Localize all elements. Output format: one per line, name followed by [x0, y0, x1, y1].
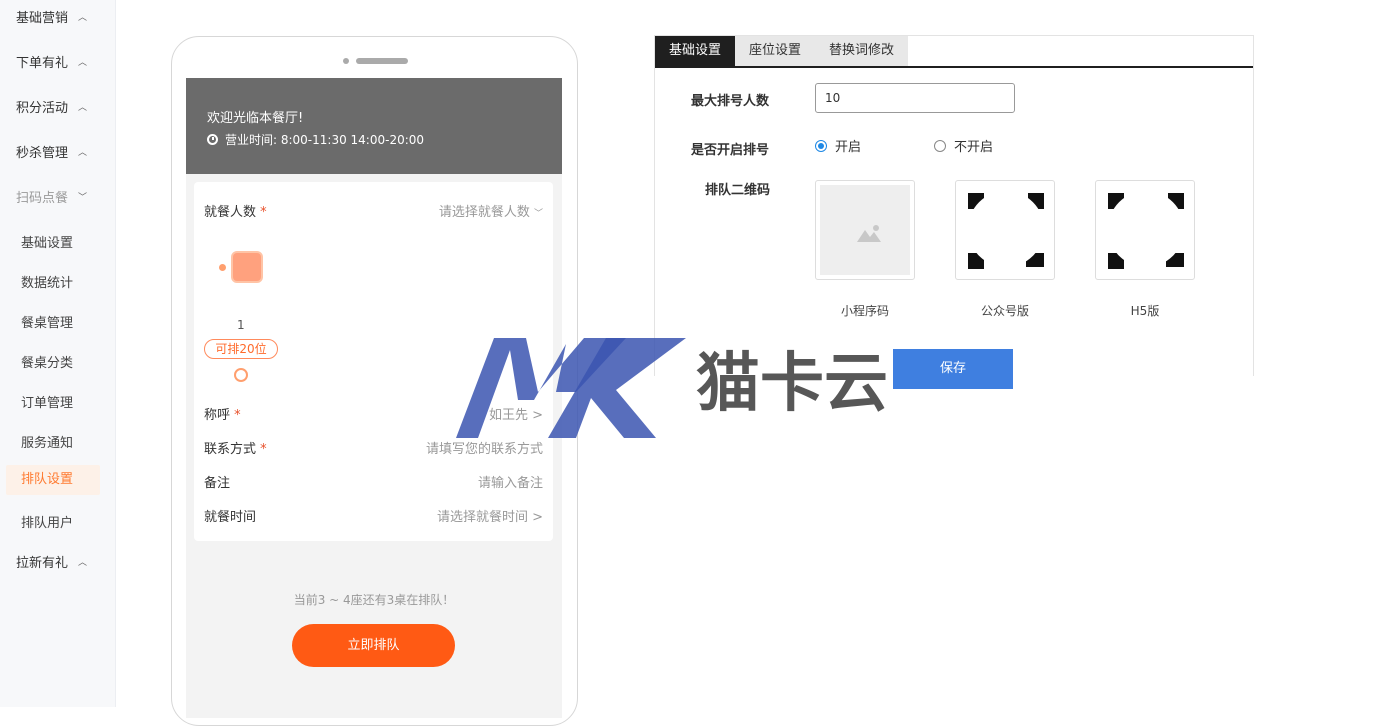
- chevron-up-icon: ︿: [78, 103, 88, 113]
- remark-label: 备注: [204, 476, 231, 491]
- remark-input[interactable]: 请输入备注: [478, 472, 543, 491]
- chevron-down-icon: ﹀: [533, 209, 543, 219]
- diners-label: 就餐人数 *: [204, 201, 267, 220]
- qr-center-mask: [968, 191, 1044, 267]
- chevron-up-icon: ︿: [78, 58, 88, 68]
- diners-label-text: 就餐人数: [204, 205, 257, 220]
- tab-replace-words[interactable]: 替换词修改: [815, 36, 909, 66]
- sidebar-group-basic-marketing[interactable]: 基础营销 ︿: [16, 7, 87, 26]
- chevron-up-icon: ︿: [78, 13, 88, 23]
- qr-caption-h5: H5版: [1130, 304, 1160, 318]
- sidebar-group-label: 拉新有礼: [16, 556, 69, 571]
- contact-input[interactable]: 请填写您的联系方式: [426, 438, 543, 457]
- dining-time-label: 就餐时间: [204, 510, 257, 525]
- enable-on-label: 开启: [835, 140, 862, 155]
- seat-number: 1: [237, 318, 245, 332]
- sidebar-item-basic-settings[interactable]: 基础设置: [21, 232, 73, 251]
- required-mark: *: [260, 442, 267, 457]
- diners-select[interactable]: 请选择就餐人数 ﹀: [439, 201, 543, 220]
- settings-tabs: 基础设置 座位设置 替换词修改: [655, 36, 1253, 68]
- contact-label-text: 联系方式: [204, 442, 257, 457]
- tab-basic-settings[interactable]: 基础设置: [655, 36, 736, 66]
- sidebar: 基础营销 ︿ 下单有礼 ︿ 积分活动 ︿ 秒杀管理 ︿ 扫码点餐 ﹀ 基础设置 …: [0, 0, 116, 707]
- welcome-text: 欢迎光临本餐厅!: [207, 111, 304, 126]
- qr-center-mask: [1108, 191, 1184, 267]
- qr-caption-miniprogram: 小程序码: [840, 304, 889, 318]
- image-icon: [857, 225, 881, 242]
- enable-off-radio[interactable]: 不开启: [934, 136, 993, 155]
- sidebar-group-label: 秒杀管理: [16, 146, 69, 161]
- phone-screen: 欢迎光临本餐厅! 营业时间: 8:00-11:30 14:00-20:00 就餐…: [186, 78, 562, 718]
- seat-indicator-dot: [219, 264, 226, 271]
- phone-camera-dot: [343, 58, 349, 64]
- clock-icon: [207, 134, 218, 145]
- sidebar-group-scan-order[interactable]: 扫码点餐 ﹀: [16, 187, 87, 206]
- tab-seat-settings[interactable]: 座位设置: [735, 36, 816, 66]
- restaurant-banner: 欢迎光临本餐厅! 营业时间: 8:00-11:30 14:00-20:00: [186, 78, 562, 174]
- seat-availability-badge: 可排20位: [204, 339, 278, 359]
- business-hours: 营业时间: 8:00-11:30 14:00-20:00: [207, 131, 424, 148]
- name-label-text: 称呼: [204, 408, 231, 423]
- sidebar-group-points[interactable]: 积分活动 ︿: [16, 97, 87, 116]
- required-mark: *: [234, 408, 241, 423]
- sidebar-item-statistics[interactable]: 数据统计: [21, 272, 73, 291]
- max-queue-label: 最大排号人数: [691, 94, 770, 109]
- sidebar-group-label: 积分活动: [16, 101, 69, 116]
- image-placeholder: [820, 185, 910, 275]
- sidebar-group-order-gift[interactable]: 下单有礼 ︿: [16, 52, 87, 71]
- sidebar-group-flash-sale[interactable]: 秒杀管理 ︿: [16, 142, 87, 161]
- max-queue-input[interactable]: [815, 83, 1015, 113]
- queue-status-text: 当前3 ~ 4座还有3桌在排队！: [293, 593, 455, 607]
- sidebar-item-orders[interactable]: 订单管理: [21, 392, 73, 411]
- phone-speaker-bar: [356, 58, 408, 64]
- sidebar-item-queue-users[interactable]: 排队用户: [21, 512, 73, 531]
- sidebar-item-queue-settings[interactable]: 排队设置: [6, 465, 100, 495]
- radio-unchecked-icon: [934, 139, 946, 152]
- enable-off-label: 不开启: [954, 140, 994, 155]
- required-mark: *: [260, 205, 267, 220]
- diners-select-value: 请选择就餐人数: [438, 205, 530, 220]
- qr-caption-official: 公众号版: [980, 304, 1029, 318]
- miniprogram-qr[interactable]: [815, 180, 915, 280]
- chevron-down-icon: ﹀: [78, 193, 88, 203]
- sidebar-group-label: 基础营销: [16, 11, 69, 26]
- business-hours-text: 营业时间: 8:00-11:30 14:00-20:00: [225, 133, 425, 147]
- chevron-up-icon: ︿: [78, 558, 88, 568]
- join-queue-button[interactable]: 立即排队: [292, 624, 455, 667]
- name-label: 称呼 *: [204, 404, 241, 423]
- contact-label: 联系方式 *: [204, 438, 267, 457]
- radio-checked-icon: [815, 139, 827, 152]
- dining-time-select[interactable]: 请选择就餐时间 >: [437, 506, 543, 525]
- sidebar-item-table-categories[interactable]: 餐桌分类: [21, 352, 73, 371]
- seat-option[interactable]: [231, 251, 263, 283]
- save-button[interactable]: 保存: [893, 349, 1013, 389]
- queue-form-card: 就餐人数 * 请选择就餐人数 ﹀ 1 可排20位 称呼 * 如王先 > 联系方式…: [194, 182, 553, 541]
- slider-handle[interactable]: [234, 368, 248, 382]
- sidebar-item-tables[interactable]: 餐桌管理: [21, 312, 73, 331]
- h5-qr[interactable]: [1095, 180, 1195, 280]
- enable-queue-label: 是否开启排号: [691, 143, 770, 158]
- chevron-up-icon: ︿: [78, 148, 88, 158]
- official-account-qr[interactable]: [955, 180, 1055, 280]
- queue-qr-label: 排队二维码: [705, 183, 771, 198]
- enable-on-radio[interactable]: 开启: [815, 136, 861, 155]
- sidebar-item-notifications[interactable]: 服务通知: [21, 432, 73, 451]
- name-input[interactable]: 如王先 >: [489, 404, 543, 423]
- sidebar-group-label: 扫码点餐: [16, 191, 69, 206]
- sidebar-group-label: 下单有礼: [16, 56, 69, 71]
- sidebar-group-referral[interactable]: 拉新有礼 ︿: [16, 552, 87, 571]
